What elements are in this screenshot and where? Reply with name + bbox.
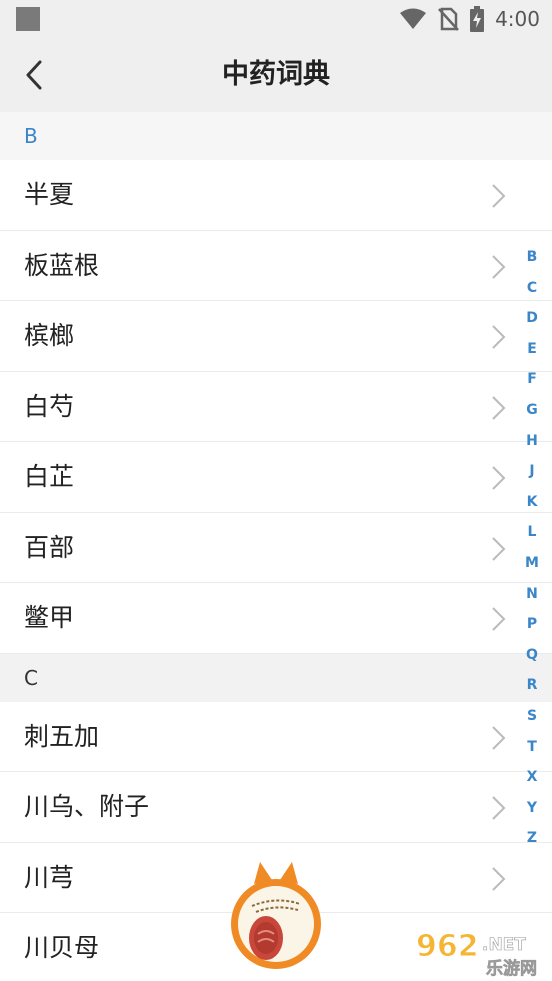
index-letter-b[interactable]: B	[520, 242, 544, 273]
page-title: 中药词典	[222, 59, 330, 90]
watermark-suffix: .NET	[482, 935, 526, 955]
list-item-label: 百部	[24, 532, 75, 562]
list-item[interactable]: 鳖甲	[0, 583, 552, 654]
chevron-right-icon	[492, 466, 506, 490]
index-letter-g[interactable]: G	[520, 395, 544, 426]
list-item-label: 白芷	[24, 462, 75, 491]
chevron-right-icon	[492, 866, 506, 891]
chevron-right-icon	[492, 184, 506, 208]
no-sim-icon	[438, 7, 460, 31]
index-letter-m[interactable]: M	[520, 548, 544, 579]
index-letter-l[interactable]: L	[520, 517, 544, 548]
header: 中药词典	[0, 38, 552, 112]
list-item[interactable]: 川乌、附子	[0, 772, 552, 843]
chevron-right-icon	[492, 796, 506, 820]
index-letter-j[interactable]: J	[520, 456, 544, 487]
list-item-label: 槟榔	[24, 321, 75, 350]
chevron-right-icon	[492, 254, 506, 279]
index-letter-t[interactable]: T	[520, 732, 544, 763]
herb-list: B 半夏 板蓝根 槟榔 白芍 白芷 百部 鳖甲 C 刺五加 川乌、附子 川芎 川…	[0, 112, 552, 981]
status-icons: 4:00	[399, 6, 540, 32]
index-letter-d[interactable]: D	[520, 303, 544, 334]
status-bar: 4:00	[0, 0, 552, 38]
list-item-label: 板蓝根	[24, 250, 100, 280]
list-item-label: 川芎	[24, 862, 75, 892]
battery-charging-icon	[470, 6, 485, 32]
index-letter-s[interactable]: S	[520, 701, 544, 732]
list-item-label: 川贝母	[24, 933, 100, 962]
index-letter-r[interactable]: R	[520, 670, 544, 701]
list-item[interactable]: 板蓝根	[0, 230, 552, 301]
index-letter-z[interactable]: Z	[520, 823, 544, 854]
index-letter-x[interactable]: X	[520, 762, 544, 793]
status-time: 4:00	[495, 7, 540, 31]
chevron-right-icon	[492, 607, 506, 631]
index-letter-c[interactable]: C	[520, 273, 544, 304]
index-letter-e[interactable]: E	[520, 334, 544, 365]
section-header-b: B	[0, 112, 552, 160]
index-letter-q[interactable]: Q	[520, 640, 544, 671]
list-item[interactable]: 半夏	[0, 160, 552, 231]
list-item-label: 半夏	[24, 180, 75, 209]
index-letter-y[interactable]: Y	[520, 793, 544, 824]
list-item[interactable]: 白芍	[0, 371, 552, 442]
list-item[interactable]: 槟榔	[0, 301, 552, 372]
list-item-label: 白芍	[24, 391, 75, 421]
watermark-subtitle: 乐游网	[486, 958, 537, 978]
index-letter-p[interactable]: P	[520, 609, 544, 640]
list-item[interactable]: 百部	[0, 512, 552, 583]
index-letter-f[interactable]: F	[520, 364, 544, 395]
index-letter-h[interactable]: H	[520, 426, 544, 457]
index-letter-k[interactable]: K	[520, 487, 544, 518]
chevron-right-icon	[492, 536, 506, 561]
chevron-right-icon	[492, 725, 506, 750]
watermark-logo: 962 .NET 乐游网	[416, 929, 538, 979]
list-item[interactable]: 白芷	[0, 442, 552, 513]
alphabet-index: B C D E F G H J K L M N P Q R S T X Y Z	[520, 242, 544, 854]
chevron-right-icon	[492, 325, 506, 349]
section-header-c: C	[0, 653, 552, 702]
wifi-icon	[400, 8, 427, 29]
index-letter-n[interactable]: N	[520, 579, 544, 610]
list-item-label: 鳖甲	[24, 603, 75, 632]
chevron-right-icon	[492, 395, 506, 420]
list-item[interactable]: 刺五加	[0, 701, 552, 772]
app-notification-icon	[16, 7, 40, 31]
back-button[interactable]	[14, 55, 54, 95]
watermark-number: 962	[416, 929, 479, 964]
chevron-left-icon	[26, 60, 42, 90]
screen: 4:00 中药词典 B 半夏 板蓝根 槟榔 白芍 白芷 百部 鳖甲 C 刺五加 …	[0, 0, 552, 981]
list-item-label: 刺五加	[24, 721, 100, 751]
list-item-label: 川乌、附子	[24, 792, 150, 821]
mascot-icon[interactable]	[228, 858, 324, 974]
